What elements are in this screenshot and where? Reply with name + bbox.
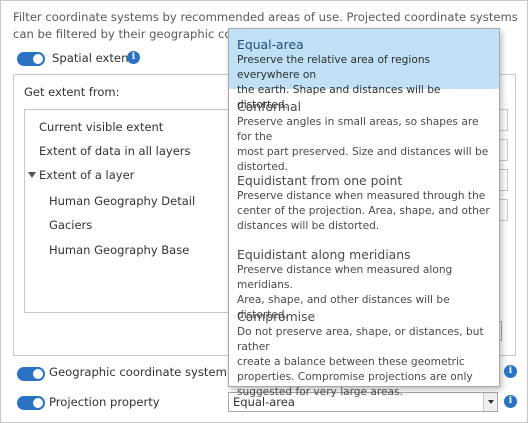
option-desc-line: Preserve distance when measured along me…: [237, 264, 453, 291]
geographic-cs-label: Geographic coordinate system: [49, 365, 227, 379]
projection-property-toggle[interactable]: [17, 396, 45, 410]
option-desc-line: Preserve angles in small areas, so shape…: [237, 116, 479, 143]
option-desc-line: suggested for very large areas.: [237, 386, 403, 398]
info-icon[interactable]: i: [504, 395, 517, 408]
spatial-extent-toggle[interactable]: [17, 52, 45, 66]
projection-property-label: Projection property: [49, 395, 160, 409]
option-compromise[interactable]: Compromise Do not preserve area, shape, …: [229, 301, 499, 398]
coordinate-system-filter-panel: Filter coordinate systems by recommended…: [0, 0, 528, 423]
get-extent-label: Get extent from:: [24, 85, 120, 99]
option-desc-line: create a balance between these geometric: [237, 356, 465, 368]
option-desc-line: Preserve distance when measured through …: [237, 190, 486, 202]
option-desc-line: Preserve the relative area of regions ev…: [237, 54, 431, 81]
tree-item-human-geography-detail[interactable]: Human Geography Detail: [49, 194, 195, 208]
option-desc-line: most part preserved. Size and distances …: [237, 146, 489, 158]
option-title: Equidistant along meridians: [237, 247, 411, 262]
tree-item-current-visible-extent[interactable]: Current visible extent: [39, 120, 163, 134]
option-desc-line: distances will be distorted.: [237, 220, 380, 232]
info-icon[interactable]: i: [504, 365, 517, 378]
projection-property-dropdown: Equal-area Preserve the relative area of…: [228, 28, 500, 398]
tree-item-glaciers[interactable]: Gaciers: [49, 218, 92, 232]
option-title: Conformal: [237, 99, 302, 114]
option-equal-area[interactable]: Equal-area Preserve the relative area of…: [229, 29, 499, 111]
option-equidistant-meridians[interactable]: Equidistant along meridians Preserve dis…: [229, 239, 499, 321]
extent-tree: Current visible extent Extent of data in…: [24, 109, 244, 313]
option-equidistant-one-point[interactable]: Equidistant from one point Preserve dist…: [229, 165, 499, 237]
option-desc-line: properties. Compromise projections are o…: [237, 371, 473, 383]
option-conformal[interactable]: Conformal Preserve angles in small areas…: [229, 91, 499, 173]
option-title: Compromise: [237, 309, 316, 324]
expand-triangle-icon[interactable]: [28, 172, 36, 178]
option-desc-line: center of the projection. Area, shape, a…: [237, 205, 490, 217]
spatial-extent-label: Spatial extent: [52, 51, 133, 65]
option-title: Equal-area: [237, 37, 304, 52]
option-desc-line: Do not preserve area, shape, or distance…: [237, 326, 484, 353]
tree-item-extent-all-layers[interactable]: Extent of data in all layers: [39, 144, 190, 158]
tree-item-extent-of-layer[interactable]: Extent of a layer: [39, 168, 134, 182]
info-icon[interactable]: i: [127, 51, 140, 64]
geographic-cs-toggle[interactable]: [17, 367, 45, 381]
option-title: Equidistant from one point: [237, 173, 403, 188]
tree-item-human-geography-base[interactable]: Human Geography Base: [49, 243, 189, 257]
